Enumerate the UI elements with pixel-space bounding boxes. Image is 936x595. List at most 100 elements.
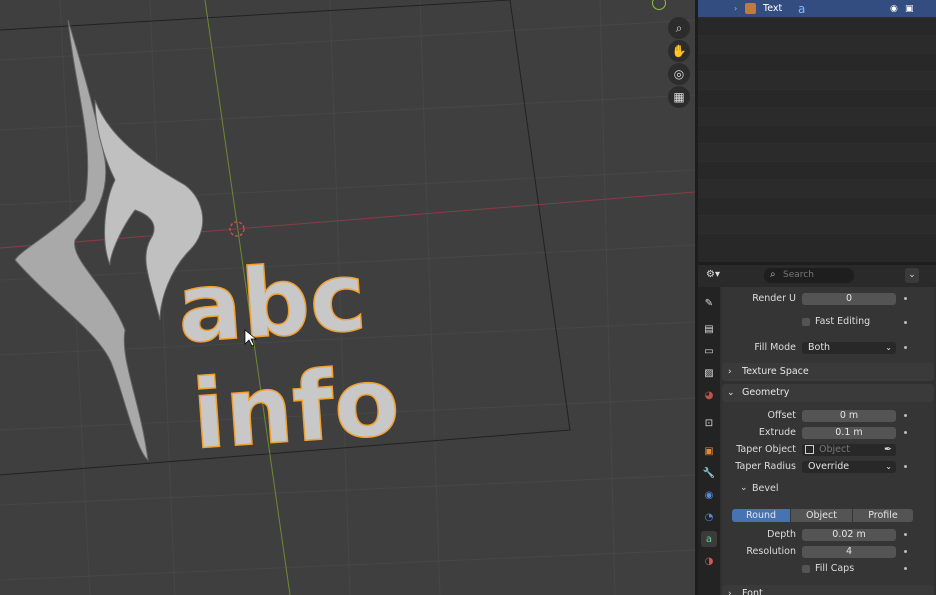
outliner-empty-row: [698, 180, 936, 198]
outliner-empty-row: [698, 18, 936, 36]
depth-label: Depth: [767, 529, 796, 540]
properties-editor: ⚙▾ ⌕ Search ⌄ ✎ ▤ ▭ ▨ ◕ ⊡ ▣ 🔧 ◉ ◔ a ◑ Re…: [698, 265, 936, 595]
bevel-mode-object[interactable]: Object: [791, 509, 852, 522]
extrude-label: Extrude: [758, 427, 796, 438]
modifier-tab-icon[interactable]: 🔧: [701, 465, 717, 481]
chevron-down-icon: ⌄: [885, 462, 892, 471]
taper-radius-value: Override: [808, 461, 850, 472]
expand-arrow-icon[interactable]: ›: [734, 4, 737, 13]
editor-type-icon[interactable]: ⚙▾: [706, 269, 728, 283]
properties-header: ⚙▾ ⌕ Search ⌄: [698, 265, 936, 287]
extrude-field[interactable]: 0.1 m: [802, 427, 896, 439]
fill-caps-label: Fill Caps: [815, 563, 855, 574]
options-chevron-icon[interactable]: ⌄: [905, 268, 919, 283]
camera-view-icon[interactable]: ◎: [668, 63, 690, 85]
taper-radius-dropdown[interactable]: Override ⌄: [802, 461, 896, 473]
properties-tabs: ✎ ▤ ▭ ▨ ◕ ⊡ ▣ 🔧 ◉ ◔ a ◑: [698, 287, 720, 595]
outliner-empty-row: [698, 198, 936, 216]
text-object: abc info: [173, 241, 403, 471]
zoom-icon[interactable]: ⌕: [668, 17, 690, 39]
outliner-empty-row: [698, 162, 936, 180]
scene-tab-icon[interactable]: ◕: [701, 387, 717, 403]
particles-tab-icon[interactable]: ◉: [701, 487, 717, 503]
data-tab-icon[interactable]: a: [701, 531, 717, 547]
camera-render-icon[interactable]: ▣: [905, 4, 914, 14]
material-tab-icon[interactable]: ◑: [701, 553, 717, 569]
outliner-empty-row: [698, 72, 936, 90]
chevron-down-icon: ⌄: [727, 388, 735, 398]
taper-object-field[interactable]: Object ✒: [802, 444, 896, 456]
outliner-empty-row: [698, 216, 936, 234]
eyedropper-icon[interactable]: ✒: [884, 444, 892, 456]
fast-editing-checkbox[interactable]: [802, 318, 810, 326]
render-u-field[interactable]: 0: [802, 293, 896, 305]
fill-caps-checkbox[interactable]: [802, 565, 810, 573]
chevron-right-icon: ›: [728, 589, 732, 595]
object-tab-icon[interactable]: ▣: [701, 443, 717, 459]
bevel-label: Bevel: [752, 483, 779, 494]
outliner-row-text[interactable]: › Text a ◉ ▣: [698, 0, 936, 18]
text-line-2: info: [189, 347, 403, 471]
geometry-panel-header[interactable]: ⌄ Geometry: [722, 384, 934, 402]
keyframe-dot[interactable]: [904, 533, 907, 536]
eye-icon[interactable]: ◉: [890, 4, 898, 14]
outliner-empty-row: [698, 54, 936, 72]
depth-field[interactable]: 0.02 m: [802, 529, 896, 541]
offset-label: Offset: [767, 410, 796, 421]
outliner-empty-row: [698, 36, 936, 54]
view-layer-tab-icon[interactable]: ▨: [701, 365, 717, 381]
bevel-subpanel-header[interactable]: ⌄ Bevel: [734, 481, 914, 497]
chevron-down-icon: ⌄: [885, 343, 892, 352]
grid-ortho-icon[interactable]: ▦: [668, 86, 690, 108]
font-panel-header[interactable]: › Font: [722, 585, 934, 595]
tool-tab-icon[interactable]: ✎: [701, 295, 717, 311]
keyframe-dot[interactable]: [904, 321, 907, 324]
outliner-empty-row: [698, 90, 936, 108]
taper-radius-label: Taper Radius: [735, 461, 796, 472]
keyframe-dot[interactable]: [904, 297, 907, 300]
taper-object-label: Taper Object: [736, 444, 796, 455]
keyframe-dot[interactable]: [904, 346, 907, 349]
keyframe-dot[interactable]: [904, 465, 907, 468]
render-tab-icon[interactable]: ▤: [701, 321, 717, 337]
texture-space-panel-header[interactable]: › Texture Space: [722, 363, 934, 381]
hand-pan-icon[interactable]: ✋: [668, 40, 690, 62]
fill-mode-value: Both: [808, 342, 831, 353]
bevel-mode-round[interactable]: Round: [732, 509, 790, 522]
fill-mode-label: Fill Mode: [754, 342, 796, 353]
outliner-item-label[interactable]: Text: [763, 3, 782, 14]
resolution-label: Resolution: [746, 546, 796, 557]
taper-object-placeholder: Object: [819, 444, 850, 455]
output-tab-icon[interactable]: ▭: [701, 343, 717, 359]
keyframe-dot[interactable]: [904, 567, 907, 570]
resolution-field[interactable]: 4: [802, 546, 896, 558]
texture-space-label: Texture Space: [742, 366, 809, 377]
outliner-empty-row: [698, 144, 936, 162]
outliner: › Text a ◉ ▣: [698, 0, 936, 262]
physics-tab-icon[interactable]: ◔: [701, 509, 717, 525]
3d-viewport[interactable]: abc info ⌕ ✋ ◎ ▦: [0, 0, 695, 595]
search-placeholder: Search: [783, 270, 814, 280]
chevron-right-icon: ›: [728, 367, 732, 377]
fill-mode-dropdown[interactable]: Both ⌄: [802, 342, 896, 354]
outliner-empty-row: [698, 126, 936, 144]
text-line-1: abc: [174, 242, 370, 365]
search-field[interactable]: ⌕ Search: [764, 268, 854, 283]
chevron-down-icon: ⌄: [740, 483, 748, 493]
geometry-label: Geometry: [742, 387, 790, 398]
render-u-label: Render U: [752, 293, 796, 304]
object-box-icon: [805, 445, 814, 454]
object-icon: [745, 3, 756, 14]
keyframe-dot[interactable]: [904, 550, 907, 553]
bevel-mode-profile[interactable]: Profile: [853, 509, 913, 522]
world-tab-icon[interactable]: ⊡: [701, 415, 717, 431]
text-data-icon: a: [798, 1, 806, 16]
emblem-shape: [14, 19, 204, 462]
keyframe-dot[interactable]: [904, 431, 907, 434]
offset-field[interactable]: 0 m: [802, 410, 896, 422]
fast-editing-label: Fast Editing: [815, 316, 871, 327]
search-icon: ⌕: [770, 269, 776, 280]
keyframe-dot[interactable]: [904, 414, 907, 417]
properties-content: Render U 0 Fast Editing Fill Mode Both ⌄ …: [722, 287, 936, 595]
viewport-scene: abc info: [0, 0, 695, 595]
